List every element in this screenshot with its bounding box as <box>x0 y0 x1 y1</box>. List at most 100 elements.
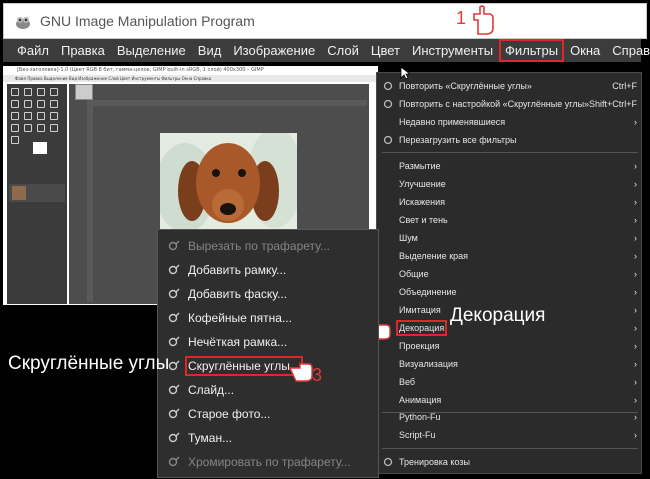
plugin-icon <box>168 240 180 251</box>
fuzzy-border-item[interactable]: Нечёткая рамка... <box>158 330 380 354</box>
chevron-right-icon: › <box>634 377 637 387</box>
chevron-right-icon: › <box>634 412 637 422</box>
fog-item[interactable]: Туман... <box>158 426 380 450</box>
tool-icon[interactable] <box>24 124 32 132</box>
shortcut-label: Ctrl+F <box>612 81 637 91</box>
slide-item[interactable]: Слайд... <box>158 378 380 402</box>
menu-help[interactable]: Справка <box>606 39 650 62</box>
chevron-right-icon: › <box>634 359 637 369</box>
filter-scriptfu-item[interactable]: Script-Fu › <box>377 426 643 444</box>
filter-animation-item[interactable]: Анимация › <box>377 391 643 409</box>
plugin-icon <box>168 432 180 443</box>
plugin-icon <box>383 81 393 91</box>
horizontal-ruler <box>87 100 367 106</box>
menu-view[interactable]: Вид <box>192 39 228 62</box>
tool-icon[interactable] <box>50 100 58 108</box>
tool-icon[interactable] <box>11 136 19 144</box>
step-3-badge: 3 <box>312 365 323 385</box>
tool-icon[interactable] <box>11 100 19 108</box>
recent-filters-item[interactable]: Недавно применявшиеся › <box>377 113 643 131</box>
plugin-icon <box>383 99 393 109</box>
shortcut-label: Shift+Ctrl+F <box>588 99 637 109</box>
menu-image[interactable]: Изображение <box>227 39 321 62</box>
color-swatch[interactable] <box>33 142 47 154</box>
filter-goat-item[interactable]: Тренировка козы <box>377 453 643 471</box>
reset-filters-item[interactable]: Перезагрузить все фильтры <box>377 131 643 149</box>
pointing-hand-icon <box>473 5 494 35</box>
menu-filters[interactable]: Фильтры <box>499 39 565 62</box>
chevron-right-icon: › <box>634 395 637 405</box>
stencil-carve-item[interactable]: Вырезать по трафарету... <box>158 234 380 258</box>
rounded-corners-annotation: Скруглённые углы <box>8 353 170 374</box>
filter-generic-item[interactable]: Общие › <box>377 265 643 283</box>
toolbox-panel <box>7 84 67 304</box>
filter-map-item[interactable]: Проекция › <box>377 337 643 355</box>
tool-icon[interactable] <box>24 100 32 108</box>
chevron-right-icon: › <box>634 341 637 351</box>
filter-enhance-item[interactable]: Улучшение › <box>377 175 643 193</box>
plugin-icon <box>168 264 180 275</box>
tool-icon[interactable] <box>50 124 58 132</box>
repeat-filter-item[interactable]: Повторить «Скруглённые углы» Ctrl+F <box>377 77 643 95</box>
coffee-stain-item[interactable]: Кофейные пятна... <box>158 306 380 330</box>
chevron-right-icon: › <box>634 251 637 261</box>
round-corners-item[interactable]: Скруглённые углы... <box>158 354 380 378</box>
screenshot-frame: GNU Image Manipulation Program Файл Прав… <box>0 0 650 479</box>
plugin-icon <box>168 288 180 299</box>
dog-photo <box>160 133 297 233</box>
plugin-icon <box>383 457 393 467</box>
chevron-right-icon: › <box>634 197 637 207</box>
filter-blur-item[interactable]: Размытие › <box>377 157 643 175</box>
menu-layer[interactable]: Слой <box>321 39 365 62</box>
plugin-icon <box>168 312 180 323</box>
menu-colors[interactable]: Цвет <box>365 39 406 62</box>
step-1-badge: 1 <box>456 8 467 28</box>
tool-icon[interactable] <box>37 88 45 96</box>
mouse-cursor-icon <box>400 66 410 80</box>
filter-combine-item[interactable]: Объединение › <box>377 283 643 301</box>
menu-separator <box>382 152 638 153</box>
tool-icon[interactable] <box>24 88 32 96</box>
filter-render-item[interactable]: Визуализация › <box>377 355 643 373</box>
filter-distorts-item[interactable]: Искажения › <box>377 193 643 211</box>
tool-icon[interactable] <box>11 112 19 120</box>
filter-pythonfu-item[interactable]: Python-Fu › <box>377 408 643 426</box>
vertical-ruler <box>87 106 93 302</box>
tool-icon[interactable] <box>50 88 58 96</box>
tool-icon[interactable] <box>37 112 45 120</box>
decor-submenu: Вырезать по трафарету... Добавить рамку.… <box>157 229 379 478</box>
tool-icon[interactable] <box>11 88 19 96</box>
filter-noise-item[interactable]: Шум › <box>377 229 643 247</box>
plugin-icon <box>383 135 393 145</box>
menu-select[interactable]: Выделение <box>111 39 192 62</box>
image-tab[interactable] <box>75 84 93 100</box>
old-photo-item[interactable]: Старое фото... <box>158 402 380 426</box>
window-title: GNU Image Manipulation Program <box>40 13 255 29</box>
chevron-right-icon: › <box>634 161 637 171</box>
chevron-right-icon: › <box>634 233 637 243</box>
filter-web-item[interactable]: Веб › <box>377 373 643 391</box>
plugin-icon <box>168 456 180 467</box>
tool-icon[interactable] <box>24 112 32 120</box>
add-border-item[interactable]: Добавить рамку... <box>158 258 380 282</box>
add-bevel-item[interactable]: Добавить фаску... <box>158 282 380 306</box>
decoration-annotation: Декорация <box>450 305 546 326</box>
filter-light-item[interactable]: Свет и тень › <box>377 211 643 229</box>
filter-edge-item[interactable]: Выделение края › <box>377 247 643 265</box>
menu-tools[interactable]: Инструменты <box>406 39 499 62</box>
chevron-right-icon: › <box>634 287 637 297</box>
layer-thumbnail <box>12 186 26 200</box>
menu-windows[interactable]: Окна <box>564 39 606 62</box>
menu-file[interactable]: Файл <box>11 39 55 62</box>
stencil-chrome-item[interactable]: Хромировать по трафарету... <box>158 450 380 474</box>
reshow-filter-item[interactable]: Повторить с настройкой «Скруглённые углы… <box>377 95 643 113</box>
tool-icon[interactable] <box>50 112 58 120</box>
tool-icon[interactable] <box>11 124 19 132</box>
menu-edit[interactable]: Правка <box>55 39 111 62</box>
tool-icon[interactable] <box>37 124 45 132</box>
tool-icon[interactable] <box>37 100 45 108</box>
menu-bar: Файл Правка Выделение Вид Изображение Сл… <box>3 39 650 62</box>
chevron-right-icon: › <box>634 430 637 440</box>
layer-row[interactable] <box>9 184 65 202</box>
filters-menu: Повторить «Скруглённые углы» Ctrl+F Повт… <box>376 72 642 474</box>
